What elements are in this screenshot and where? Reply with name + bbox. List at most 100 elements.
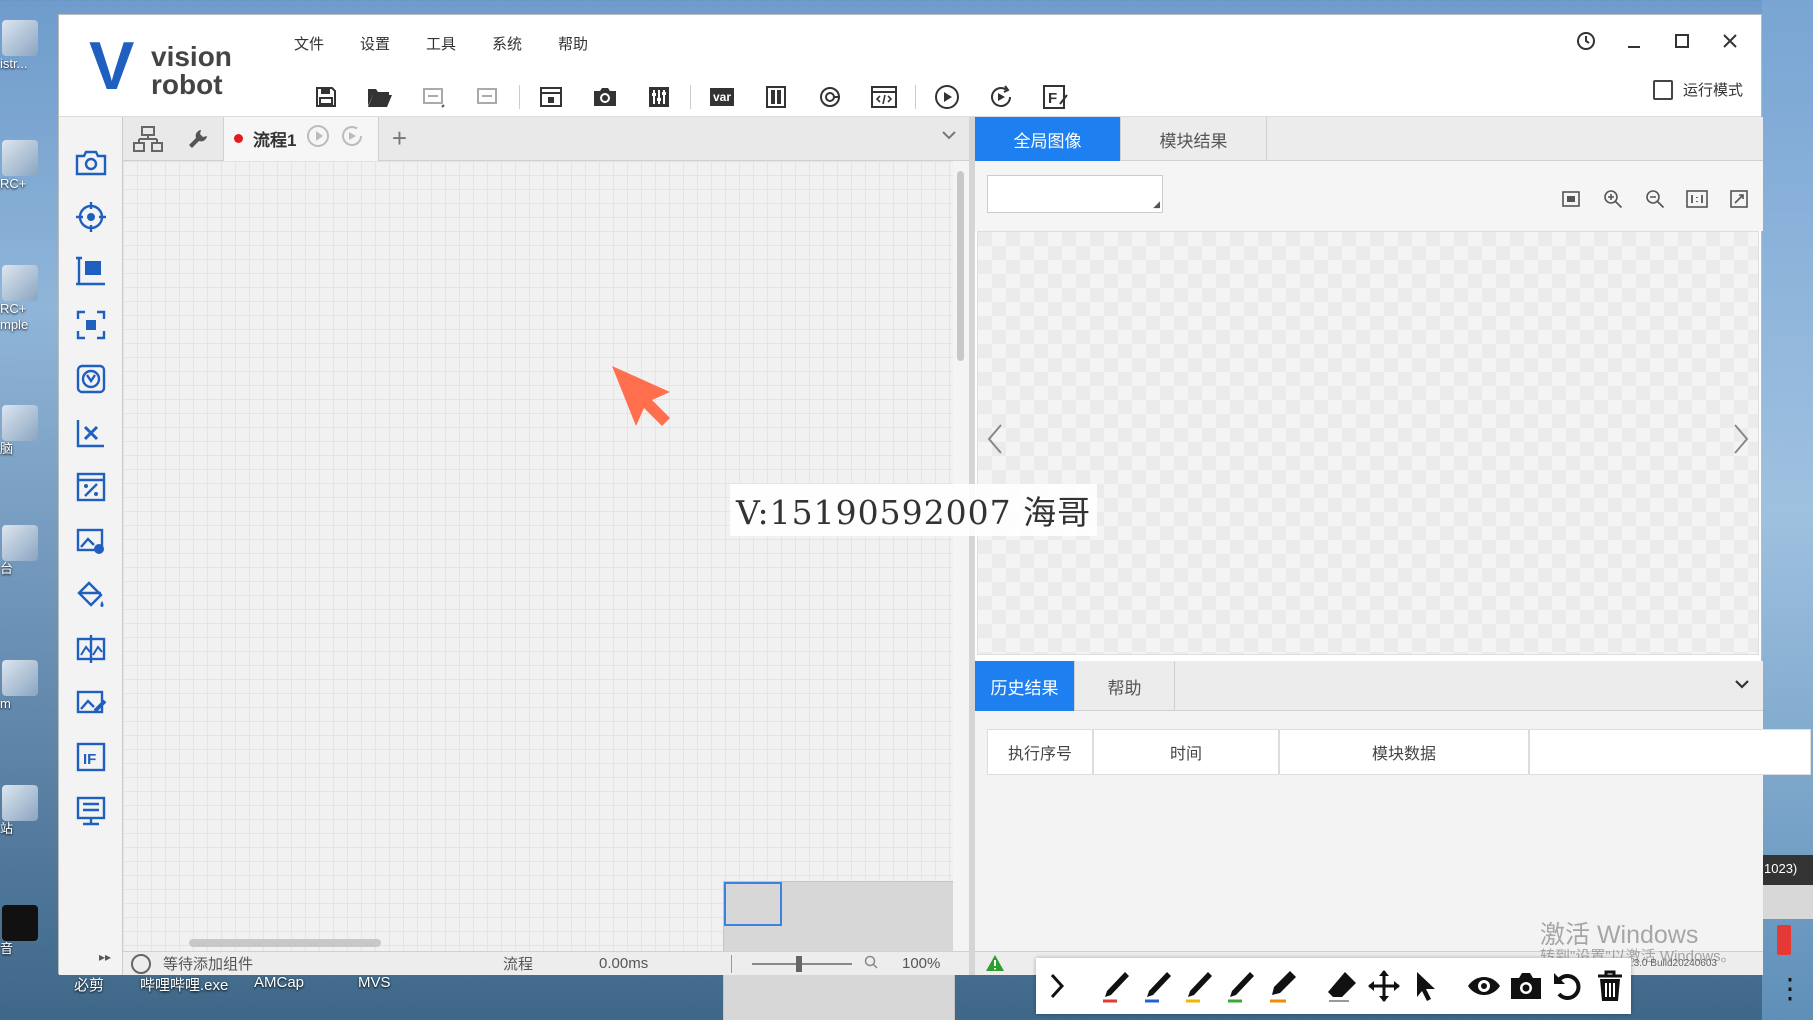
pen-green-icon[interactable] (1220, 958, 1262, 1014)
eraser-icon[interactable] (1321, 958, 1363, 1014)
scrollbar-thumb[interactable] (957, 171, 964, 361)
desktop-icon[interactable]: RC+ mple (0, 265, 56, 333)
pen-blue-icon[interactable] (1137, 958, 1179, 1014)
flow-run-once-icon[interactable] (306, 124, 330, 154)
screenshot-camera-icon[interactable] (1505, 958, 1547, 1014)
color-tool-icon[interactable] (73, 577, 109, 613)
scrollbar-thumb[interactable] (189, 939, 381, 947)
tray-red-item[interactable] (1777, 925, 1791, 955)
desktop-icon[interactable]: RC+ (0, 140, 56, 192)
image-settings-tool-icon[interactable] (73, 523, 109, 559)
image-source-select[interactable]: ◢ (987, 175, 1163, 213)
desktop-icon[interactable]: m (0, 660, 56, 712)
open-folder-icon[interactable] (353, 80, 407, 114)
run-once-icon[interactable] (920, 80, 974, 114)
tray-panel (1762, 885, 1813, 919)
camera-icon[interactable] (578, 80, 632, 114)
flow-run-loop-icon[interactable] (340, 124, 364, 154)
pen-yellow-icon[interactable] (1178, 958, 1220, 1014)
script-icon[interactable]: F (1028, 80, 1082, 114)
menu-tools[interactable]: 工具 (426, 33, 492, 54)
canvas-horizontal-scrollbar[interactable] (123, 935, 953, 951)
defect-detection-tool-icon[interactable] (73, 631, 109, 667)
menu-help[interactable]: 帮助 (558, 33, 624, 54)
column-header-module-data[interactable]: 模块数据 (1279, 729, 1529, 775)
positioning-tool-icon[interactable] (73, 199, 109, 235)
desktop-icon[interactable]: istr... (0, 20, 56, 72)
undo-arrow-icon[interactable] (1547, 958, 1589, 1014)
image-viewer[interactable] (977, 231, 1759, 655)
lock-icon[interactable] (524, 80, 578, 114)
taskbar-item[interactable]: 必剪 (74, 974, 104, 995)
pen-red-icon[interactable] (1095, 958, 1137, 1014)
image-processing-tool-icon[interactable] (73, 469, 109, 505)
actual-size-icon[interactable] (1685, 189, 1709, 214)
menu-system[interactable]: 系统 (492, 33, 558, 54)
zoom-in-icon[interactable] (1601, 189, 1625, 214)
communication-icon[interactable] (803, 80, 857, 114)
trash-icon[interactable] (1589, 958, 1631, 1014)
flow-canvas[interactable]: ◢ (123, 161, 955, 1020)
taskbar-item[interactable]: 哔哩哔哩.exe (140, 974, 228, 995)
recognition-tool-icon[interactable] (73, 307, 109, 343)
logic-if-tool-icon[interactable]: IF (73, 739, 109, 775)
redo-icon[interactable] (461, 80, 515, 114)
zoom-slider[interactable] (752, 954, 852, 974)
desktop-icon[interactable]: 台 (0, 525, 56, 577)
canvas-vertical-scrollbar[interactable] (953, 161, 969, 951)
clock-icon[interactable] (1573, 31, 1599, 57)
device-icon[interactable] (749, 80, 803, 114)
chevron-left-icon[interactable] (986, 422, 1004, 465)
column-header-time[interactable]: 时间 (1093, 729, 1279, 775)
fullscreen-icon[interactable] (1727, 189, 1751, 214)
tab-global-image[interactable]: 全局图像 (975, 117, 1121, 161)
taskbar-item[interactable]: MVS (358, 974, 391, 991)
eye-icon[interactable] (1463, 958, 1505, 1014)
tab-help[interactable]: 帮助 (1075, 661, 1175, 711)
alignment-tool-icon[interactable] (73, 415, 109, 451)
move-icon[interactable] (1363, 958, 1405, 1014)
save-icon[interactable] (299, 80, 353, 114)
tab-history-result[interactable]: 历史结果 (975, 661, 1075, 711)
chevron-right-icon[interactable] (1732, 422, 1750, 465)
sliders-icon[interactable] (632, 80, 686, 114)
desktop-icon[interactable]: 音 (0, 905, 56, 957)
chevron-down-icon[interactable] (941, 127, 957, 148)
desktop-icon[interactable]: 站 (0, 785, 56, 837)
menu-file[interactable]: 文件 (294, 33, 360, 54)
desktop-icon[interactable]: 脑 (0, 405, 56, 457)
minimize-icon[interactable] (1621, 31, 1647, 57)
communication-tool-icon[interactable] (73, 793, 109, 829)
run-loop-icon[interactable] (974, 80, 1028, 114)
wrench-icon[interactable] (173, 117, 223, 161)
column-header-index[interactable]: 执行序号 (987, 729, 1093, 775)
chevron-down-icon[interactable] (1733, 675, 1751, 698)
contact-watermark: V:15190592007 海哥 (730, 484, 1098, 536)
toolbar-separator (519, 85, 520, 109)
more-options-icon[interactable]: ⋮ (1776, 972, 1804, 1005)
process-tree-icon[interactable] (123, 117, 173, 161)
image-edit-tool-icon[interactable] (73, 685, 109, 721)
code-icon[interactable] (857, 80, 911, 114)
measurement-tool-icon[interactable] (73, 253, 109, 289)
tab-module-result[interactable]: 模块结果 (1121, 117, 1267, 161)
fit-image-icon[interactable] (1559, 189, 1583, 214)
run-mode-button[interactable]: 运行模式 (1652, 79, 1743, 100)
taskbar-item[interactable]: AMCap (254, 974, 304, 991)
calibration-tool-icon[interactable] (73, 361, 109, 397)
select-pointer-icon[interactable] (1405, 958, 1447, 1014)
image-source-tool-icon[interactable] (73, 145, 109, 181)
undo-icon[interactable] (407, 80, 461, 114)
close-icon[interactable] (1717, 31, 1743, 57)
variable-icon[interactable]: var (695, 80, 749, 114)
add-flow-button[interactable]: + (379, 123, 419, 154)
more-tools-icon[interactable]: ▸▸ (99, 950, 111, 964)
minimap-viewport[interactable] (724, 882, 782, 926)
maximize-icon[interactable] (1669, 31, 1695, 57)
zoom-out-icon[interactable] (1643, 189, 1667, 214)
collapse-chevron-icon[interactable] (1036, 958, 1078, 1014)
tab-flow-1[interactable]: 流程1 (223, 116, 380, 161)
menu-settings[interactable]: 设置 (360, 33, 426, 54)
slider-knob[interactable] (796, 955, 802, 972)
highlighter-icon[interactable] (1262, 958, 1304, 1014)
